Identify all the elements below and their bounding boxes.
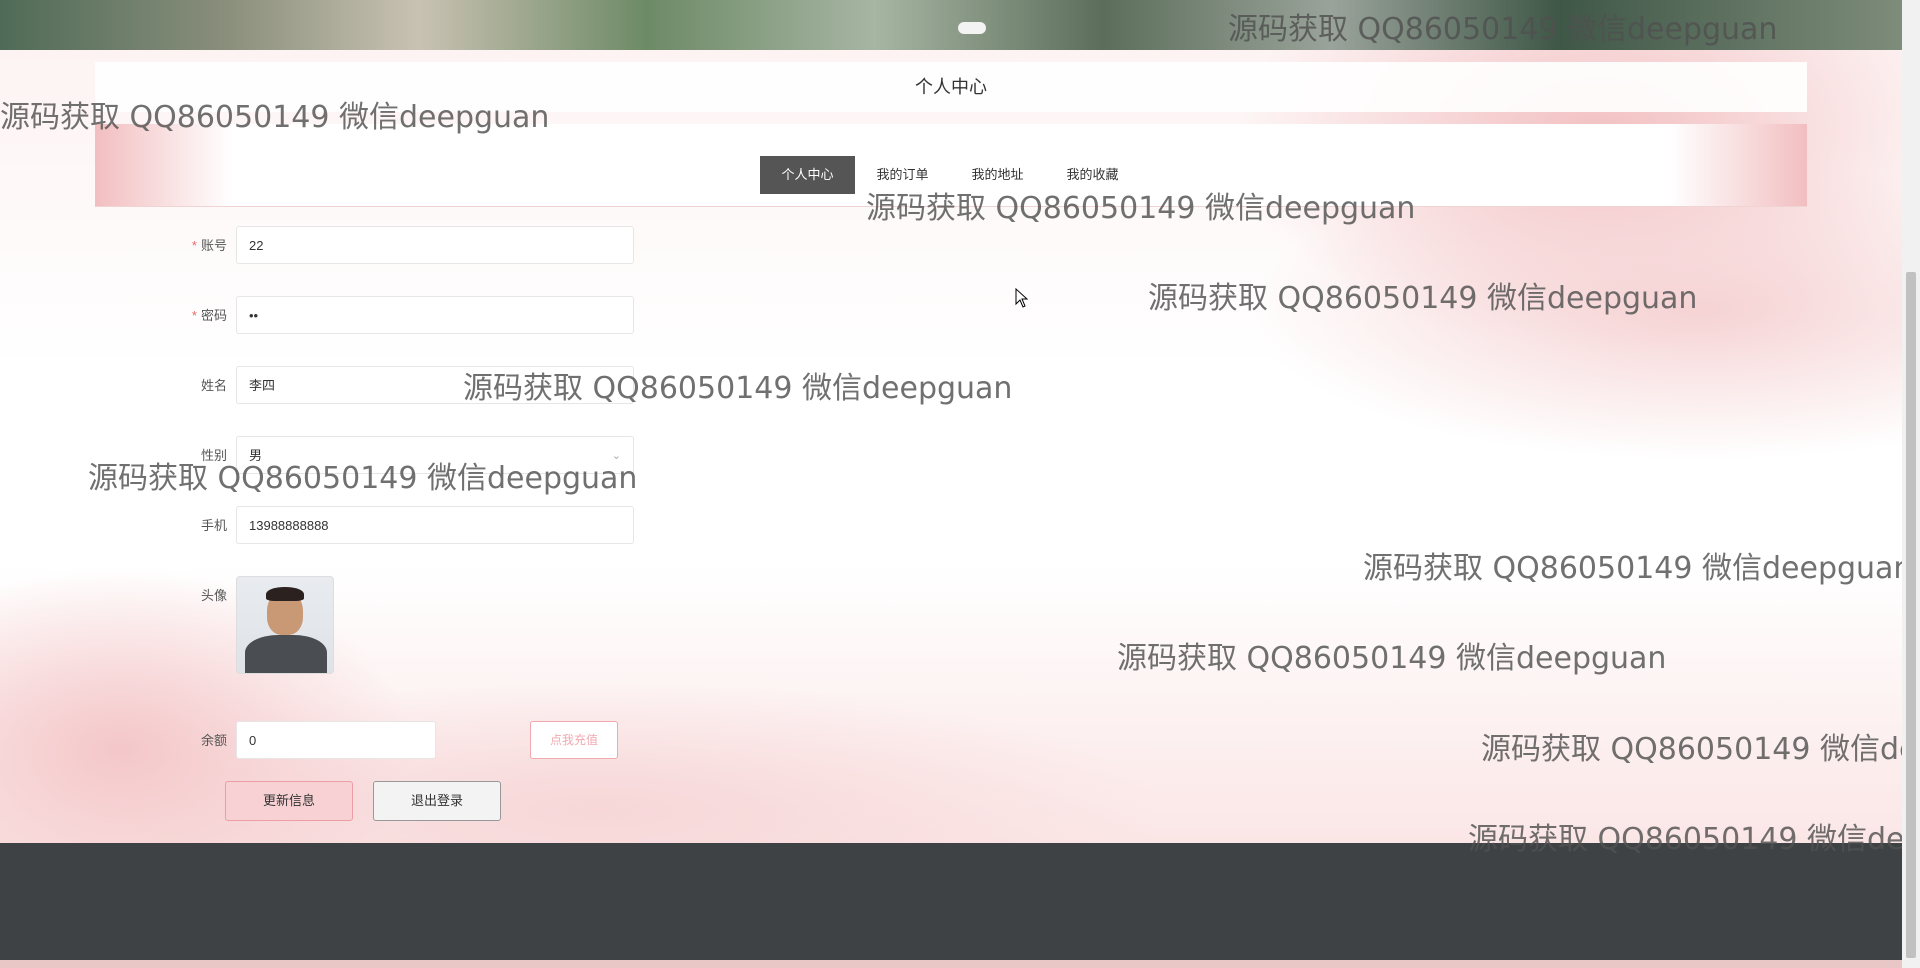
page-title: 个人中心 (95, 62, 1807, 112)
tab-list: 个人中心 我的订单 我的地址 我的收藏 (760, 156, 1140, 194)
form-row-gender: 性别 男 ⌄ (95, 436, 795, 476)
update-info-button[interactable]: 更新信息 (225, 781, 353, 821)
password-label: * 密码 (191, 308, 227, 323)
phone-label: 手机 (200, 518, 227, 533)
form-row-password: * 密码 •• (95, 296, 795, 336)
page-scrollbar[interactable] (1902, 0, 1920, 968)
phone-input[interactable]: 13988888888 (236, 506, 634, 544)
gender-label: 性别 (200, 448, 227, 463)
account-input[interactable]: 22 (236, 226, 634, 264)
scrollbar-thumb[interactable] (1906, 272, 1916, 958)
tab-my-address[interactable]: 我的地址 (950, 156, 1045, 194)
avatar-upload[interactable] (236, 576, 334, 674)
account-label: * 账号 (191, 238, 227, 253)
tab-my-favorites[interactable]: 我的收藏 (1045, 156, 1140, 194)
avatar-body-shape (245, 635, 327, 673)
recharge-button[interactable]: 点我充值 (530, 721, 618, 759)
password-input[interactable]: •• (236, 296, 634, 334)
chevron-down-icon: ⌄ (611, 450, 621, 462)
avatar-label: 头像 (200, 588, 227, 603)
gender-select[interactable]: 男 ⌄ (236, 436, 634, 474)
form-row-avatar: 头像 (95, 576, 795, 676)
footer-strip (0, 960, 1902, 968)
footer (0, 843, 1902, 968)
form-row-name: 姓名 李四 (95, 366, 795, 406)
gender-selected-value: 男 (249, 448, 263, 463)
form-row-account: * 账号 22 (95, 226, 795, 266)
name-label: 姓名 (200, 378, 227, 393)
name-input[interactable]: 李四 (236, 366, 634, 404)
tab-my-orders[interactable]: 我的订单 (855, 156, 950, 194)
avatar-hair-shape (266, 587, 304, 601)
carousel-indicator[interactable] (958, 22, 986, 34)
balance-input[interactable]: 0 (236, 721, 436, 759)
logout-button[interactable]: 退出登录 (373, 781, 501, 821)
top-banner-image (0, 0, 1902, 50)
balance-label: 余额 (200, 733, 227, 748)
form-row-phone: 手机 13988888888 (95, 506, 795, 546)
tab-personal-center[interactable]: 个人中心 (760, 156, 855, 194)
form-row-balance: 余额 0 点我充值 (95, 721, 795, 761)
